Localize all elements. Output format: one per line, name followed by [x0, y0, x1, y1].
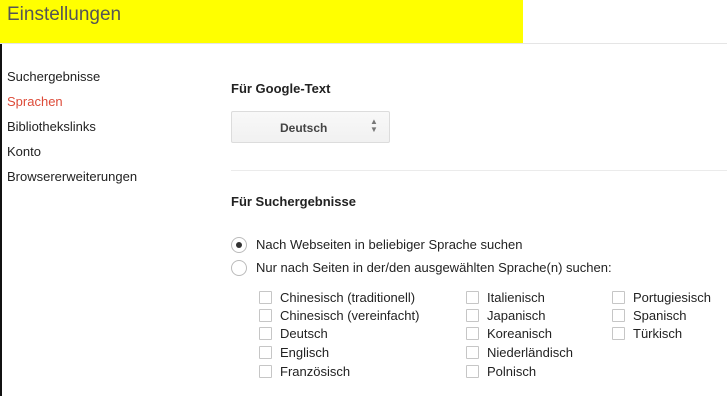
- language-label: Japanisch: [487, 308, 546, 323]
- language-checkbox[interactable]: [612, 309, 625, 322]
- language-label: Niederländisch: [487, 345, 573, 360]
- page-title: Einstellungen: [7, 4, 122, 25]
- google-text-section-title: Für Google-Text: [231, 81, 331, 96]
- language-label: Portugiesisch: [633, 290, 712, 305]
- language-checkbox[interactable]: [466, 327, 479, 340]
- radio-selected-languages-button[interactable]: [231, 260, 247, 276]
- settings-sidebar: Suchergebnisse Sprachen Bibliothekslinks…: [7, 67, 137, 192]
- selected-language-value: Deutsch: [280, 121, 328, 135]
- window-left-border: [0, 0, 2, 396]
- sidebar-item-sprachen[interactable]: Sprachen: [7, 92, 137, 111]
- select-updown-arrows-icon: ▲ ▼: [370, 117, 378, 134]
- sidebar-item-bibliothekslinks[interactable]: Bibliothekslinks: [7, 117, 137, 136]
- sidebar-item-konto[interactable]: Konto: [7, 142, 137, 161]
- language-label: Chinesisch (traditionell): [280, 290, 416, 305]
- language-checkbox[interactable]: [259, 346, 272, 359]
- search-results-section-title: Für Suchergebnisse: [231, 194, 356, 209]
- radio-checked-dot-icon: [236, 242, 242, 248]
- radio-any-language-label: Nach Webseiten in beliebiger Sprache suc…: [256, 237, 523, 252]
- language-checkbox[interactable]: [612, 291, 625, 304]
- language-label: Türkisch: [633, 326, 683, 341]
- language-label: Spanisch: [633, 308, 687, 323]
- radio-any-language-button[interactable]: [231, 237, 247, 253]
- header-background: [523, 0, 727, 43]
- language-label: Französisch: [280, 364, 351, 379]
- language-checkbox[interactable]: [259, 309, 272, 322]
- language-checkbox[interactable]: [259, 291, 272, 304]
- language-checkbox[interactable]: [466, 346, 479, 359]
- header-divider: [0, 43, 727, 44]
- language-checkbox[interactable]: [466, 291, 479, 304]
- language-checkbox[interactable]: [259, 365, 272, 378]
- section-divider: [231, 170, 727, 171]
- language-checkbox[interactable]: [466, 365, 479, 378]
- language-label: Deutsch: [280, 326, 328, 341]
- language-checkbox[interactable]: [259, 327, 272, 340]
- language-label: Chinesisch (vereinfacht): [280, 308, 420, 323]
- language-checkbox[interactable]: [612, 327, 625, 340]
- sidebar-item-suchergebnisse[interactable]: Suchergebnisse: [7, 67, 137, 86]
- language-label: Polnisch: [487, 364, 537, 379]
- language-label: Englisch: [280, 345, 330, 360]
- language-label: Italienisch: [487, 290, 545, 305]
- google-text-language-select[interactable]: Deutsch ▲ ▼: [231, 111, 390, 143]
- language-label: Koreanisch: [487, 326, 553, 341]
- radio-selected-languages-label: Nur nach Seiten in der/den ausgewählten …: [256, 260, 612, 275]
- sidebar-item-browsererweiterungen[interactable]: Browsererweiterungen: [7, 167, 137, 186]
- language-checkbox[interactable]: [466, 309, 479, 322]
